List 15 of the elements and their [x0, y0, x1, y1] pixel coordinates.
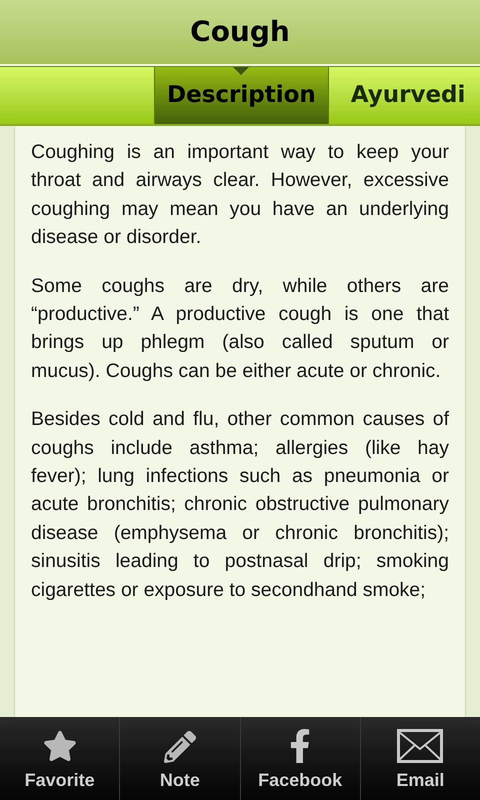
tab[interactable]: Description — [154, 67, 329, 124]
window-title: Cough — [190, 14, 290, 50]
paragraph: Besides cold and flu, other common causes of coughs include asthma; allergies (like hay fever); lung infections such as pneumonia or acute bronchitis; chronic obstructive pulmonary disease (emphysema or chronic bronchitis); sinusitis leading to postnasal drip; smoking cigarettes or exposure to secondhand smoke; — [31, 407, 449, 603]
star-icon — [42, 729, 77, 763]
toolbar-button[interactable]: Favorite — [0, 717, 120, 800]
toolbar-button[interactable]: Email — [360, 717, 480, 800]
pencil-icon — [164, 731, 196, 763]
mail-icon — [397, 729, 444, 763]
paragraph: Coughing is an important way to keep your throat and airways clear. However, excessive coughing may mean you have an underlying disease or disorder. — [31, 140, 449, 250]
tab[interactable]: Ayurvedi — [328, 67, 480, 124]
paragraph: Some coughs are dry, while others are “productive.” A productive cough is one that brings up phlegm (also called sputum or mucus). Coughs can be either acute or chronic. — [31, 274, 449, 384]
selected-indicator-icon — [233, 67, 250, 75]
facebook-icon — [289, 729, 312, 763]
toolbar-button[interactable]: Note — [119, 717, 240, 800]
toolbar-button[interactable]: Facebook — [240, 717, 360, 800]
